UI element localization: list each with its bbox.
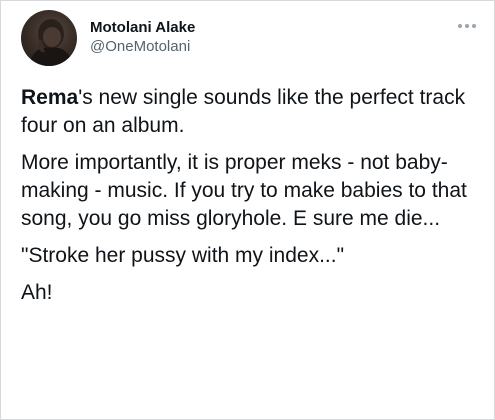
tweet-card: Motolani Alake @OneMotolani Rema's new s… bbox=[0, 0, 495, 420]
tweet-paragraph-1: Rema's new single sounds like the perfec… bbox=[21, 84, 482, 140]
paragraph-text: 's new single sounds like the perfect tr… bbox=[21, 86, 466, 137]
tweet-paragraph-2: More importantly, it is proper meks - no… bbox=[21, 151, 467, 230]
avatar[interactable] bbox=[21, 10, 77, 66]
dot-icon bbox=[465, 24, 469, 28]
author-name[interactable]: Motolani Alake bbox=[90, 19, 195, 37]
mention-rema: Rema bbox=[21, 86, 79, 109]
more-options-button[interactable] bbox=[458, 24, 480, 30]
tweet-paragraph-3: "Stroke her pussy with my index..." bbox=[21, 244, 345, 267]
profile-photo-icon bbox=[29, 19, 73, 66]
dot-icon bbox=[458, 24, 462, 28]
author-handle[interactable]: @OneMotolani bbox=[90, 37, 195, 57]
tweet-paragraph-4: Ah! bbox=[21, 281, 53, 304]
author-info: Motolani Alake @OneMotolani bbox=[90, 19, 195, 57]
dot-icon bbox=[472, 24, 476, 28]
tweet-text: Rema's new single sounds like the perfec… bbox=[21, 84, 482, 316]
tweet-header: Motolani Alake @OneMotolani bbox=[21, 10, 480, 66]
